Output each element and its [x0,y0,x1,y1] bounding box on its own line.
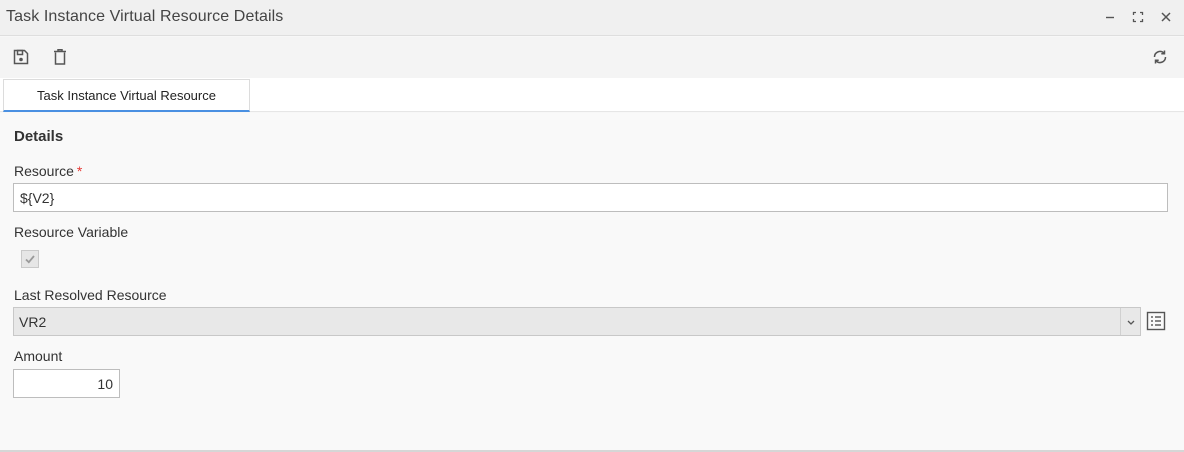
last-resolved-resource-value: VR2 [19,314,47,330]
title-bar: Task Instance Virtual Resource Details [0,0,1184,36]
checkmark-icon [25,255,35,264]
tab-label: Task Instance Virtual Resource [37,87,216,103]
resource-label: Resource * [14,163,82,179]
last-resolved-resource-label: Last Resolved Resource [14,287,167,303]
list-details-icon[interactable] [1146,311,1166,331]
details-form: Details Resource* Resource Variable Last… [0,113,1184,450]
resource-variable-label: Resource Variable [14,224,129,240]
amount-label: Amount [14,348,63,364]
close-icon[interactable] [1157,8,1175,26]
resource-input[interactable] [13,183,1168,212]
chevron-down-icon[interactable] [1120,308,1140,335]
resource-label-text: Resource [14,163,74,179]
section-title: Details [14,128,64,145]
maximize-icon[interactable] [1129,8,1147,26]
details-window: Task Instance Virtual Resource Details T… [0,0,1184,452]
resource-variable-checkbox[interactable] [21,250,39,268]
required-marker: * [76,163,83,179]
window-title: Task Instance Virtual Resource Details [6,8,284,25]
delete-icon[interactable] [49,46,71,68]
amount-input[interactable] [13,369,120,398]
refresh-icon[interactable] [1149,46,1171,68]
toolbar [0,37,1184,78]
save-icon[interactable] [10,46,32,68]
last-resolved-resource-select[interactable]: VR2 [13,307,1141,336]
tab-task-instance-virtual-resource[interactable]: Task Instance Virtual Resource [3,79,250,112]
minimize-icon[interactable] [1101,8,1119,26]
tab-strip: Task Instance Virtual Resource [0,78,1184,112]
